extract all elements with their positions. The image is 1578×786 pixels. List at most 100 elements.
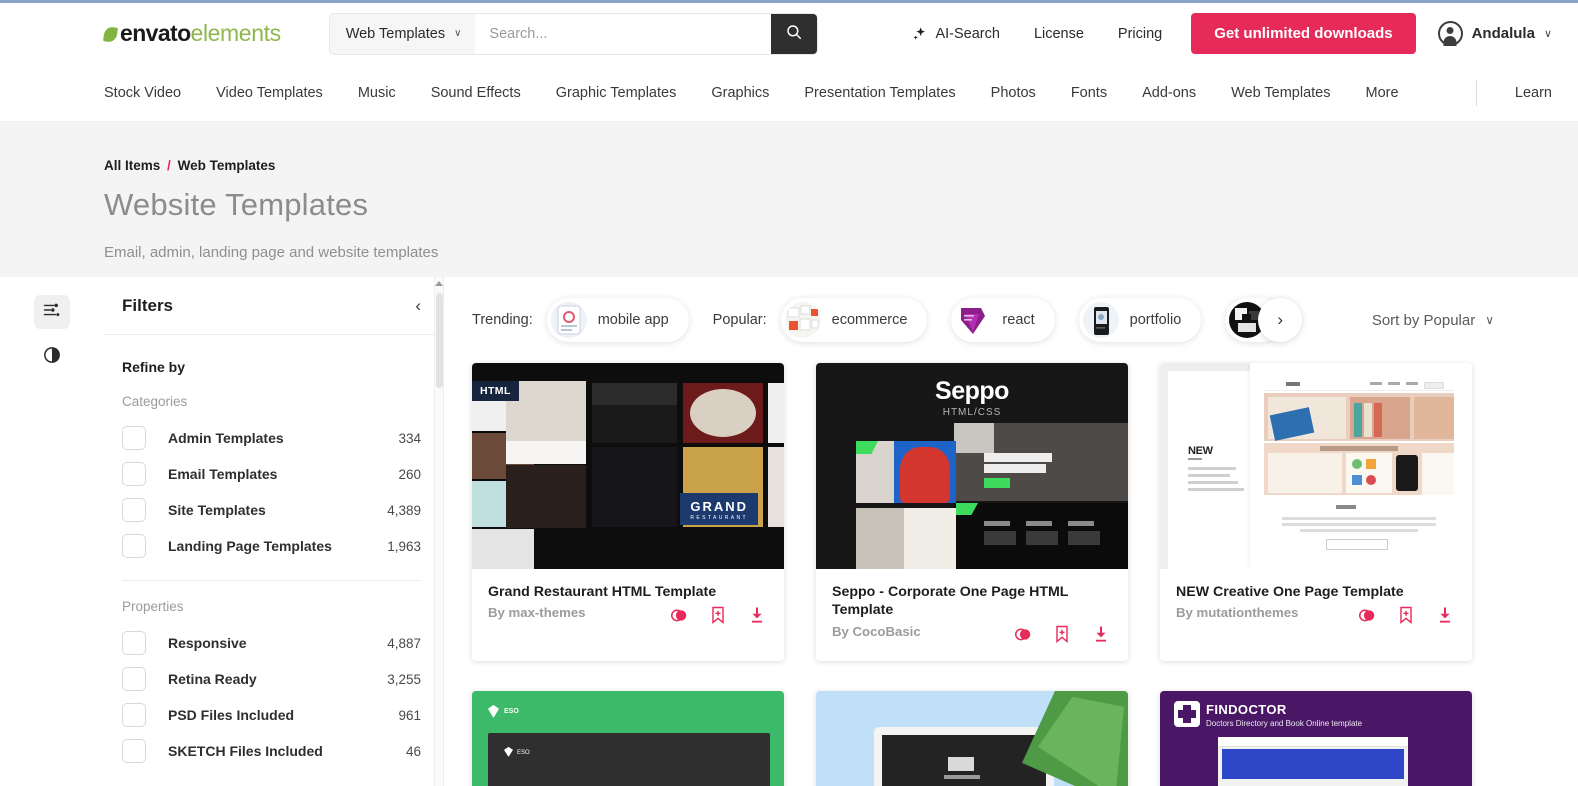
filter-option-email-templates[interactable]: Email Templates 260 [122,456,421,492]
breadcrumb-all-items[interactable]: All Items [104,158,160,173]
card-thumbnail[interactable] [816,690,1128,786]
download-icon[interactable] [1434,604,1456,626]
checkbox[interactable] [122,631,146,655]
pill-thumbnail [955,302,992,338]
breadcrumb-separator: / [167,158,171,173]
chevron-down-icon: ∨ [1485,313,1494,327]
thumbnail-green-title: ESO [504,707,519,715]
card-thumbnail[interactable]: FINDOCTOR Doctors Directory and Book Onl… [1160,690,1472,786]
pill-portfolio[interactable]: portfolio [1078,298,1202,342]
card-title[interactable]: Grand Restaurant HTML Template [488,583,768,601]
nav-item-video-templates[interactable]: Video Templates [216,85,323,101]
nav-item-fonts[interactable]: Fonts [1071,85,1107,101]
filter-group-label-categories: Categories [122,394,188,409]
download-icon[interactable] [746,604,768,626]
results-grid-row-1: HTML GRAND RESTAURANT Grand Restaurant HT… [472,363,1578,661]
get-unlimited-downloads-button[interactable]: Get unlimited downloads [1191,13,1416,54]
pill-thumbnail [550,302,587,338]
add-to-collection-icon[interactable] [707,604,729,626]
search-submit-button[interactable] [770,13,817,54]
ai-search-label: AI-Search [935,25,1000,42]
card-thumbnail[interactable]: HTML GRAND RESTAURANT [472,363,784,569]
nav-item-add-ons[interactable]: Add-ons [1142,85,1196,101]
template-card[interactable]: Seppo HTML/CSS Seppo - Corporate One Pag… [816,363,1128,661]
filter-option-responsive[interactable]: Responsive 4,887 [122,625,421,661]
collapse-filters-button[interactable]: ‹ [415,297,421,314]
card-title[interactable]: Seppo - Corporate One Page HTML Template [832,583,1112,620]
template-card[interactable]: FINDOCTOR Doctors Directory and Book Onl… [1160,690,1472,786]
filter-option-retina-ready[interactable]: Retina Ready 3,255 [122,661,421,697]
breadcrumb: All Items / Web Templates [104,158,1578,173]
thumbnail-art-grand-restaurant: HTML GRAND RESTAURANT [472,363,784,569]
filter-option-landing-page-templates[interactable]: Landing Page Templates 1,963 [122,528,421,564]
thumbnail-seppo-subtitle: HTML/CSS [942,407,1002,418]
pill-label: portfolio [1129,312,1182,328]
user-menu[interactable]: Andalula ∨ [1437,21,1552,46]
add-to-collection-icon[interactable] [1395,604,1417,626]
nav-divider [1475,79,1477,106]
nav-item-stock-video[interactable]: Stock Video [104,85,181,101]
filter-group-label-properties: Properties [122,599,184,614]
license-link[interactable]: License [1017,26,1101,42]
rail-contrast-toggle[interactable] [34,340,70,374]
breadcrumb-web-templates[interactable]: Web Templates [178,158,276,173]
thumbnail-art-seppo: Seppo HTML/CSS [816,363,1128,569]
scrollbar-thumb[interactable] [436,293,443,388]
checkbox[interactable] [122,426,146,450]
filter-option-sketch-files-included[interactable]: SKETCH Files Included 46 [122,733,421,769]
similar-items-icon[interactable] [1356,604,1378,626]
filters-scrollbar[interactable] [434,277,443,786]
pill-mobile-app[interactable]: mobile app [546,298,689,342]
checkbox[interactable] [122,703,146,727]
pills-next-arrow-button[interactable]: › [1258,298,1303,342]
template-card[interactable]: ESO ESO [472,690,784,786]
pricing-link[interactable]: Pricing [1101,26,1179,42]
checkbox[interactable] [122,498,146,522]
pill-react[interactable]: react [951,298,1055,342]
nav-item-sound-effects[interactable]: Sound Effects [431,85,521,101]
checkbox[interactable] [122,667,146,691]
envato-elements-logo[interactable]: envato elements [103,20,281,47]
left-rail [0,277,104,786]
filter-option-psd-files-included[interactable]: PSD Files Included 961 [122,697,421,733]
nav-item-web-templates[interactable]: Web Templates [1231,85,1330,101]
template-card[interactable]: NEW NEW Creative One Page Template By mu… [1160,363,1472,661]
filter-option-admin-templates[interactable]: Admin Templates 334 [122,420,421,456]
download-icon[interactable] [1090,623,1112,645]
nav-item-learn[interactable]: Learn [1515,85,1552,101]
filter-option-site-templates[interactable]: Site Templates 4,389 [122,492,421,528]
checkbox[interactable] [122,462,146,486]
checkbox[interactable] [122,739,146,763]
nav-item-graphic-templates[interactable]: Graphic Templates [556,85,677,101]
nav-item-graphics[interactable]: Graphics [711,85,769,101]
filter-option-label: PSD Files Included [168,707,295,723]
ai-search-link[interactable]: AI-Search [902,26,1016,42]
filter-option-label: Site Templates [168,502,266,518]
sort-dropdown[interactable]: Sort by Popular ∨ [1372,312,1494,329]
card-title[interactable]: NEW Creative One Page Template [1176,583,1456,601]
logo-text-envato: envato [120,20,191,46]
scroll-up-arrow-icon[interactable] [435,281,443,286]
rail-filters-toggle[interactable] [34,295,70,329]
template-card[interactable]: HTML GRAND RESTAURANT Grand Restaurant HT… [472,363,784,661]
add-to-collection-icon[interactable] [1051,623,1073,645]
checkbox[interactable] [122,534,146,558]
similar-items-icon[interactable] [1012,623,1034,645]
search-category-dropdown[interactable]: Web Templates ∨ [330,14,476,54]
nav-item-presentation-templates[interactable]: Presentation Templates [804,85,955,101]
card-thumbnail[interactable]: Seppo HTML/CSS [816,363,1128,569]
keyword-pills-row: Trending: mobile app Popular: ecommerce … [472,277,1578,363]
template-card[interactable] [816,690,1128,786]
nav-item-photos[interactable]: Photos [991,85,1036,101]
nav-item-music[interactable]: Music [358,85,396,101]
similar-items-icon[interactable] [668,604,690,626]
trending-label: Trending: [472,312,533,328]
nav-item-more[interactable]: More [1366,85,1399,101]
sliders-icon [42,300,62,325]
card-thumbnail[interactable]: NEW [1160,363,1472,569]
thumbnail-art-new-creative: NEW [1160,363,1472,569]
search-input[interactable] [475,13,771,54]
card-thumbnail[interactable]: ESO ESO [472,690,784,786]
pill-ecommerce[interactable]: ecommerce [780,298,928,342]
filter-option-count: 4,389 [387,502,421,518]
